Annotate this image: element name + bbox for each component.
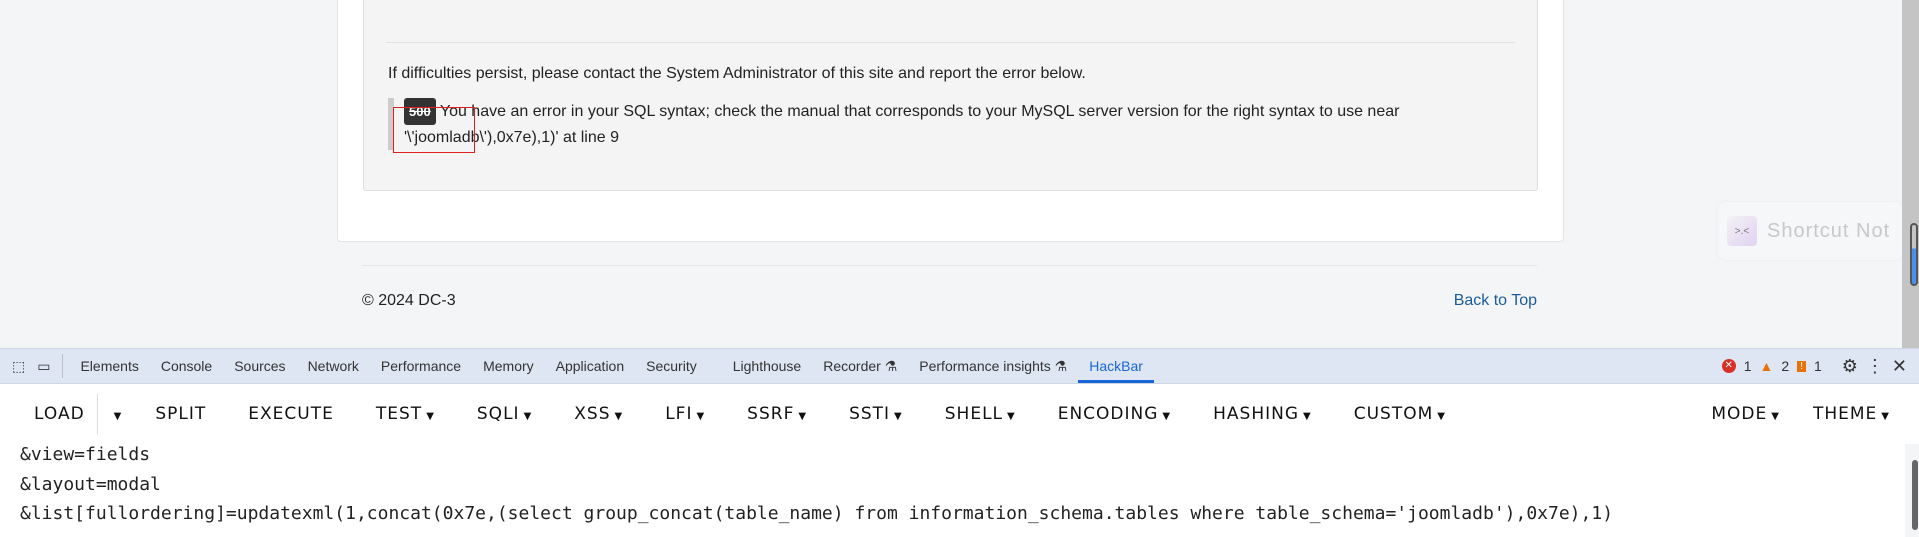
inspect-element-icon[interactable]: ⬚ xyxy=(12,358,25,375)
url-line: &list[fullordering]=updatexml(1,concat(0… xyxy=(20,503,1614,524)
tab-security[interactable]: Security xyxy=(635,349,708,383)
devtools-tabbar: ⬚ ▭ Elements Console Sources Network Perform… xyxy=(0,348,1919,384)
caret-down-icon: ▼ xyxy=(1881,411,1890,422)
button-label: LOAD xyxy=(34,404,85,424)
issue-count[interactable]: 1 xyxy=(1814,358,1822,374)
url-line: &view=fields xyxy=(20,444,151,465)
device-toolbar-icon[interactable]: ▭ xyxy=(37,358,50,375)
error-icon[interactable]: ✕ xyxy=(1721,359,1736,373)
split-button[interactable]: SPLIT xyxy=(134,404,227,424)
button-label: SSRF xyxy=(747,404,795,424)
caret-down-icon: ▼ xyxy=(1437,411,1446,422)
footer-divider xyxy=(362,265,1537,266)
sqli-button[interactable]: SQLI ▼ xyxy=(456,404,553,424)
ssrf-button[interactable]: SSRF ▼ xyxy=(726,404,828,424)
app-icon: >.< xyxy=(1727,216,1757,246)
button-label: LFI xyxy=(665,404,693,424)
tab-application[interactable]: Application xyxy=(545,349,636,383)
gear-icon[interactable]: ⚙ xyxy=(1842,356,1858,377)
toast-text: Shortcut Not xyxy=(1767,219,1891,242)
lfi-button[interactable]: LFI ▼ xyxy=(644,404,726,424)
caret-down-icon: ▼ xyxy=(1771,411,1780,422)
persist-text: If difficulties persist, please contact … xyxy=(388,65,1086,82)
caret-down-icon: ▼ xyxy=(523,411,533,422)
content-card: If difficulties persist, please contact … xyxy=(337,0,1564,242)
custom-button[interactable]: CUSTOM ▼ xyxy=(1333,404,1467,424)
highlight-box xyxy=(393,107,475,153)
tab-performance[interactable]: Performance insights ⚗ xyxy=(908,349,1078,383)
caret-down-icon: ▼ xyxy=(798,411,808,422)
url-textarea[interactable]: &view=fields &layout=modal &list[fullorder… xyxy=(0,440,1905,537)
error-count[interactable]: 1 xyxy=(1744,358,1752,374)
button-label: XSS xyxy=(574,404,611,424)
caret-down-icon: ▼ xyxy=(614,411,624,422)
tab-memory[interactable]: Memory xyxy=(472,349,545,383)
divider xyxy=(386,42,1515,43)
xss-button[interactable]: XSS ▼ xyxy=(553,404,644,424)
close-icon[interactable]: ✕ xyxy=(1892,356,1907,377)
button-label: SHELL xyxy=(944,404,1004,424)
tab-recorder[interactable]: Recorder ⚗ xyxy=(812,349,908,383)
caret-down-icon: ▼ xyxy=(1303,411,1312,422)
ssti-button[interactable]: SSTI ▼ xyxy=(828,404,924,424)
caret-down-icon: ▼ xyxy=(696,411,706,422)
tab-sources[interactable]: Sources xyxy=(223,349,296,383)
copyright: © 2024 DC-3 xyxy=(362,292,456,309)
caret-down-icon: ▼ xyxy=(894,411,903,422)
url-line: &layout=modal xyxy=(20,473,161,495)
web-page: If difficulties persist, please contact … xyxy=(0,0,1903,348)
test-button[interactable]: TEST ▼ xyxy=(355,404,456,424)
tab-performance[interactable]: Performance xyxy=(370,349,472,383)
shell-button[interactable]: SHELL ▼ xyxy=(924,404,1037,424)
button-label: EXECUTE xyxy=(248,404,334,424)
shortcut-notification[interactable]: >.< Shortcut Not xyxy=(1718,202,1903,260)
button-label: THEME xyxy=(1812,404,1878,424)
tab-elements[interactable]: Elements xyxy=(69,349,149,383)
button-label: MODE xyxy=(1711,404,1768,424)
page-scrollbar-thumb[interactable] xyxy=(1910,223,1918,286)
button-label: SQLI xyxy=(476,404,520,424)
tab-console[interactable]: Console xyxy=(150,349,223,383)
tab-hackbar[interactable]: HackBar xyxy=(1078,349,1154,383)
load-button[interactable]: LOAD xyxy=(13,404,97,424)
tab-network[interactable]: Network xyxy=(297,349,370,383)
button-label: SSTI xyxy=(849,404,891,424)
hackbar-toolbar: LOAD ▼ SPLIT EXECUTE TEST ▼ SQLI ▼ XSS ▼ LFI ▼ SSRF ▼… xyxy=(0,384,1919,444)
error-box: If difficulties persist, please contact … xyxy=(363,0,1538,191)
hashing-button[interactable]: HASHING ▼ xyxy=(1192,404,1333,424)
warning-icon[interactable]: ▲ xyxy=(1760,358,1774,374)
textarea-scrollbar[interactable] xyxy=(1912,460,1918,530)
error-line-1: You have an error in your SQL syntax; ch… xyxy=(439,103,1400,120)
button-label: CUSTOM xyxy=(1353,404,1434,424)
mode-button[interactable]: MODE ▼ xyxy=(1690,404,1792,424)
theme-button[interactable]: THEME ▼ xyxy=(1792,404,1911,424)
tab-lighthouse[interactable]: Lighthouse xyxy=(722,349,813,383)
button-label: HASHING xyxy=(1213,404,1300,424)
caret-down-icon: ▼ xyxy=(1007,411,1016,422)
execute-button[interactable]: EXECUTE xyxy=(227,404,355,424)
caret-down-icon: ▼ xyxy=(426,411,435,422)
load-dropdown-button[interactable]: ▼ xyxy=(98,404,135,424)
warning-count[interactable]: 2 xyxy=(1781,358,1789,374)
issue-icon[interactable]: ! xyxy=(1797,360,1806,372)
caret-down-icon: ▼ xyxy=(113,411,123,422)
button-label: ENCODING xyxy=(1057,404,1159,424)
page-scrollbar[interactable] xyxy=(1902,0,1919,348)
back-to-top-link[interactable]: Back to Top xyxy=(1450,292,1537,310)
caret-down-icon: ▼ xyxy=(1162,411,1172,422)
button-label: SPLIT xyxy=(155,404,207,424)
button-label: TEST xyxy=(375,404,423,424)
encoding-button[interactable]: ENCODING ▼ xyxy=(1037,404,1192,424)
error-message: 500 You have an error in your SQL syntax… xyxy=(388,98,1518,150)
more-menu-icon[interactable]: ⋮ xyxy=(1866,356,1884,377)
